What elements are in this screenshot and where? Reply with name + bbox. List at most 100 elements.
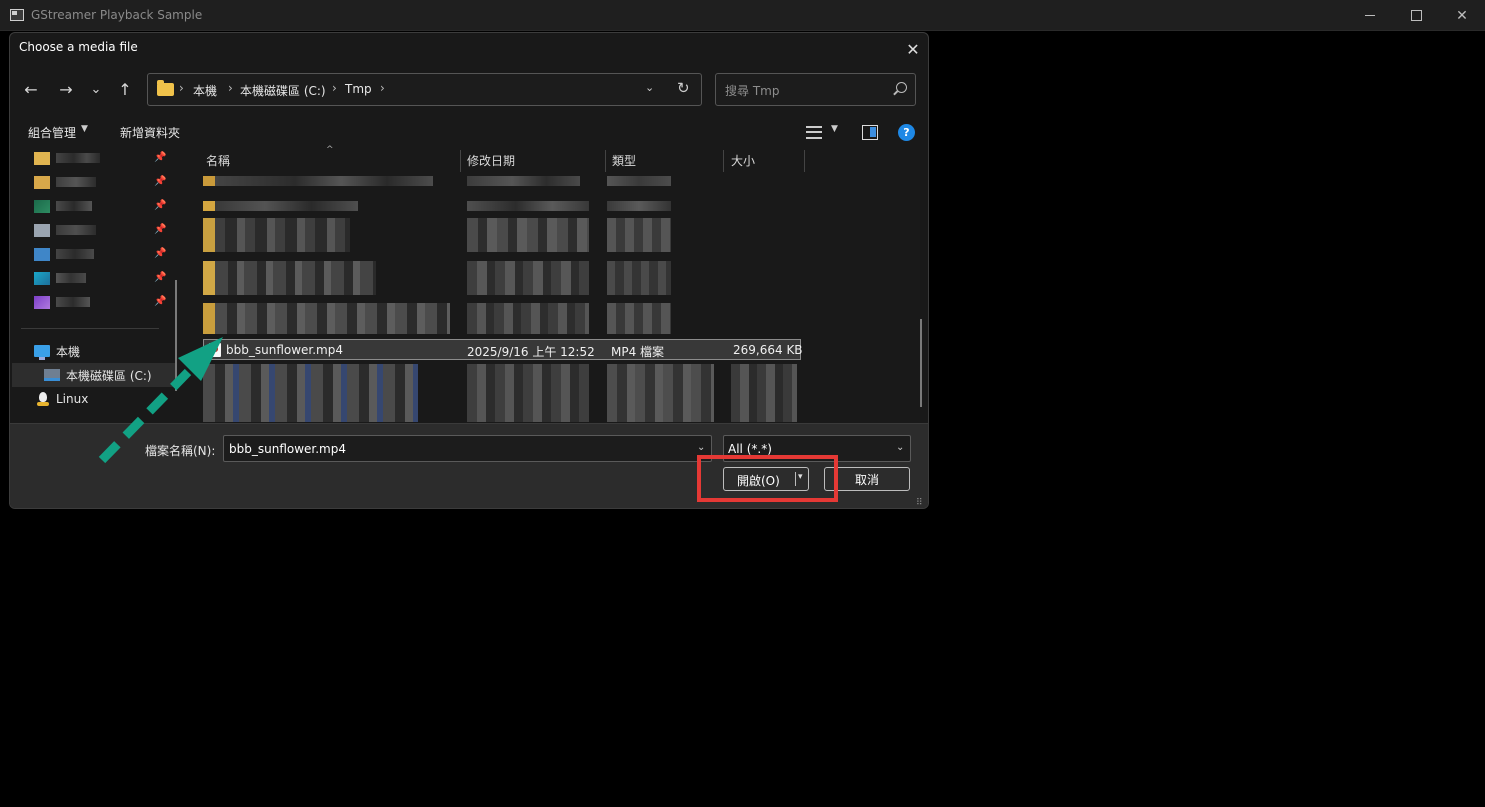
column-header-type[interactable]: 類型 <box>612 152 636 169</box>
breadcrumb-separator-icon: › <box>332 81 337 95</box>
close-icon[interactable]: ✕ <box>1439 0 1485 31</box>
address-dropdown-chevron-icon[interactable]: ⌄ <box>645 81 654 94</box>
list-item <box>607 303 671 334</box>
minimize-icon[interactable] <box>1347 0 1393 31</box>
blurred-label <box>56 225 96 235</box>
organize-caret-icon[interactable]: ▼ <box>81 124 88 134</box>
file-type-value: All (*.*) <box>728 442 772 456</box>
file-name-value: bbb_sunflower.mp4 <box>229 442 346 456</box>
up-folder-arrow-icon[interactable]: ↑ <box>113 77 137 101</box>
folder-icon <box>34 152 50 165</box>
list-item[interactable] <box>203 218 350 252</box>
nav-divider <box>21 328 159 329</box>
pin-icon[interactable]: 📌 <box>154 296 166 307</box>
list-item <box>467 303 589 334</box>
pin-icon[interactable]: 📌 <box>154 272 166 283</box>
search-box[interactable]: 搜尋 Tmp <box>715 73 916 106</box>
dialog-close-icon[interactable]: ✕ <box>900 37 926 61</box>
drive-icon <box>44 369 60 381</box>
linux-penguin-icon <box>36 392 50 406</box>
file-size: 269,664 KB <box>733 343 803 357</box>
column-divider[interactable] <box>605 150 606 172</box>
file-name-input[interactable]: bbb_sunflower.mp4 ⌄ <box>223 435 712 462</box>
pin-icon[interactable]: 📌 <box>154 224 166 235</box>
quick-access-item[interactable]: 📌 <box>34 245 169 267</box>
search-icon[interactable] <box>896 82 907 93</box>
quick-access-item[interactable]: 📌 <box>34 293 169 315</box>
breadcrumb-this-pc[interactable]: 本機 <box>193 82 217 99</box>
nav-scrollbar[interactable] <box>175 280 177 391</box>
quick-access-item[interactable]: 📌 <box>34 221 169 243</box>
view-caret-icon[interactable]: ▼ <box>831 124 838 134</box>
list-item[interactable] <box>203 364 418 422</box>
column-header-name[interactable]: 名稱 <box>206 152 230 169</box>
list-item[interactable] <box>203 201 358 211</box>
quick-access-item[interactable]: 📌 <box>34 149 169 171</box>
maximize-icon[interactable] <box>1393 0 1439 31</box>
list-item <box>467 218 589 252</box>
tree-item-local-disk[interactable]: 本機磁碟區 (C:) <box>12 363 175 387</box>
column-divider[interactable] <box>723 150 724 172</box>
file-icon <box>34 200 50 213</box>
navigation-pane: 📌 📌 📌 📌 📌 📌 📌 本機 本機磁碟區 (C:) Linux <box>10 149 190 423</box>
folder-icon <box>34 176 50 189</box>
file-icon <box>34 248 50 261</box>
list-item <box>467 201 589 211</box>
quick-access-item[interactable]: 📌 <box>34 173 169 195</box>
file-open-dialog: Choose a media file ✕ ← → ⌄ ↑ › 本機 › 本機磁… <box>9 32 929 509</box>
list-item <box>607 261 671 295</box>
back-arrow-icon[interactable]: ← <box>19 77 43 101</box>
recent-locations-chevron-icon[interactable]: ⌄ <box>84 77 108 101</box>
list-item <box>607 364 714 422</box>
pin-icon[interactable]: 📌 <box>154 152 166 163</box>
tree-item-this-pc[interactable]: 本機 <box>34 339 174 363</box>
list-item[interactable] <box>203 176 433 186</box>
list-item <box>731 364 797 422</box>
list-item <box>467 364 589 422</box>
list-item <box>607 201 671 211</box>
file-type-dropdown-chevron-icon[interactable]: ⌄ <box>896 442 904 453</box>
file-name: bbb_sunflower.mp4 <box>226 343 343 357</box>
column-header-size[interactable]: 大小 <box>731 152 755 169</box>
pin-icon[interactable]: 📌 <box>154 176 166 187</box>
breadcrumb-local-disk[interactable]: 本機磁碟區 (C:) <box>240 82 326 99</box>
file-icon <box>34 224 50 237</box>
breadcrumb-tmp[interactable]: Tmp <box>345 82 372 96</box>
new-folder-button[interactable]: 新增資料夾 <box>120 124 180 141</box>
breadcrumb-separator-icon: › <box>380 81 385 95</box>
column-header-date[interactable]: 修改日期 <box>467 152 515 169</box>
help-icon[interactable]: ? <box>898 124 915 141</box>
blurred-label <box>56 273 86 283</box>
file-name-dropdown-chevron-icon[interactable]: ⌄ <box>697 442 705 453</box>
tree-item-linux[interactable]: Linux <box>36 387 176 411</box>
search-placeholder: 搜尋 Tmp <box>725 84 780 98</box>
sort-ascending-icon: ^ <box>326 145 334 155</box>
quick-access-item[interactable]: 📌 <box>34 269 169 291</box>
file-icon <box>34 296 50 309</box>
address-bar[interactable]: › 本機 › 本機磁碟區 (C:) › Tmp › ⌄ ↻ <box>147 73 702 106</box>
blurred-label <box>56 249 94 259</box>
folder-icon <box>157 80 174 96</box>
computer-icon <box>34 345 50 360</box>
blurred-label <box>56 153 100 163</box>
breadcrumb-separator-icon: › <box>179 81 184 95</box>
pin-icon[interactable]: 📌 <box>154 248 166 259</box>
list-item[interactable] <box>203 261 376 295</box>
view-options-icon[interactable] <box>806 126 822 139</box>
forward-arrow-icon[interactable]: → <box>54 77 78 101</box>
quick-access-item[interactable]: 📌 <box>34 197 169 219</box>
organize-menu[interactable]: 組合管理 <box>28 124 76 141</box>
column-divider[interactable] <box>460 150 461 172</box>
pin-icon[interactable]: 📌 <box>154 200 166 211</box>
file-list-scrollbar[interactable] <box>920 319 922 407</box>
list-item <box>467 261 589 295</box>
resize-grip-icon[interactable]: ⠿ <box>916 498 923 508</box>
list-item[interactable] <box>203 303 450 334</box>
selected-file-row[interactable]: bbb_sunflower.mp4 2025/9/16 上午 12:52 MP4… <box>203 339 803 360</box>
preview-pane-icon[interactable] <box>862 125 878 140</box>
column-divider[interactable] <box>804 150 805 172</box>
list-item <box>467 176 580 186</box>
refresh-icon[interactable]: ↻ <box>677 79 690 97</box>
app-icon <box>10 9 24 21</box>
file-type: MP4 檔案 <box>611 345 665 359</box>
